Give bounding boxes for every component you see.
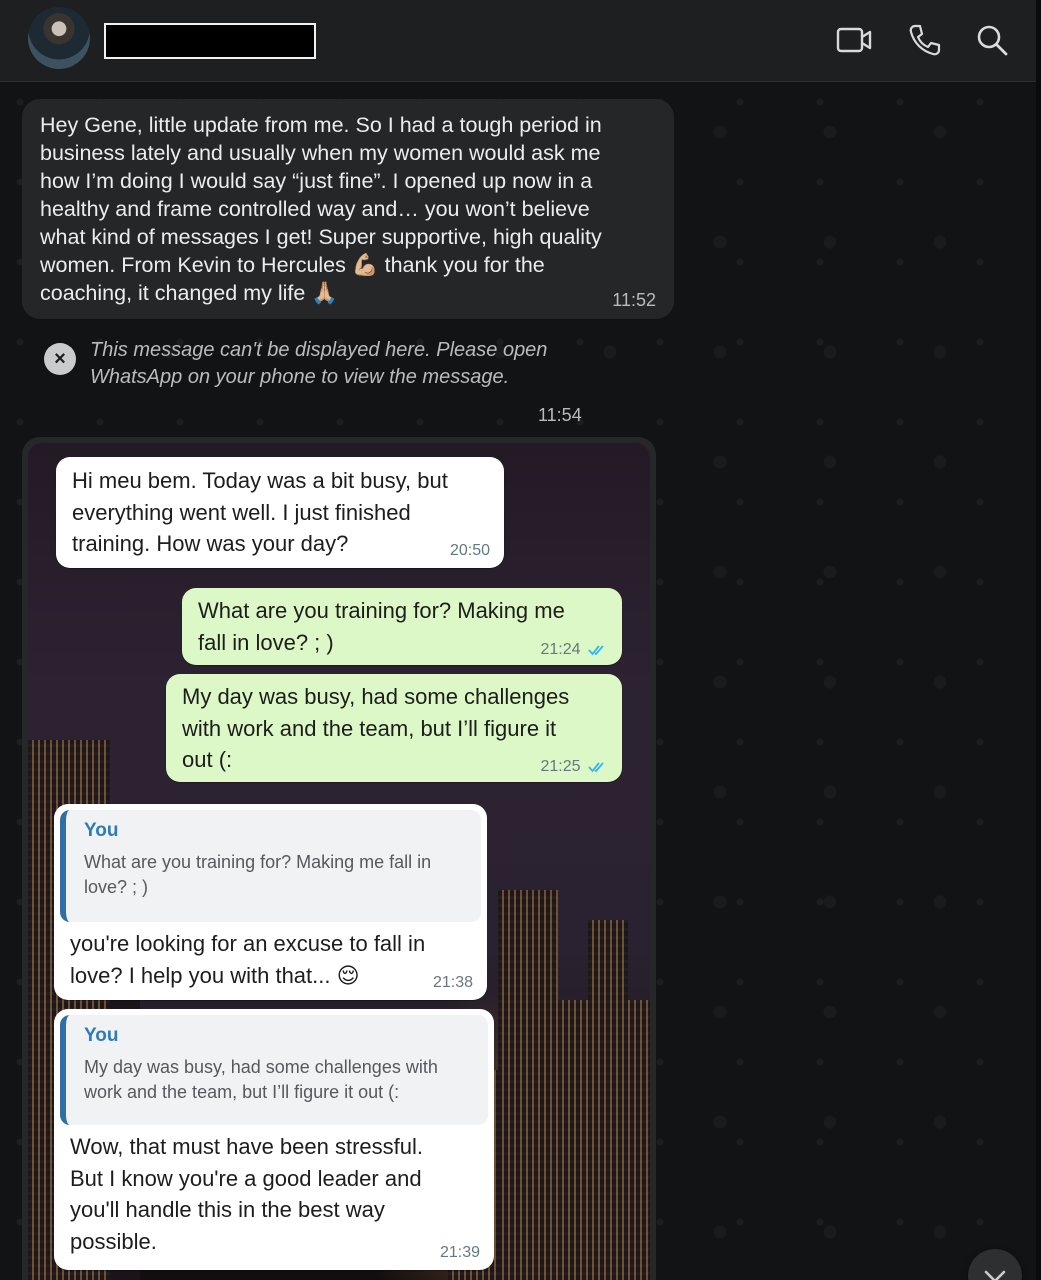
incoming-bubble[interactable]: Hi meu bem. Today was a bit busy, but ev… — [56, 457, 504, 568]
quoted-message[interactable]: You My day was busy, had some challenges… — [60, 1015, 488, 1125]
building — [588, 920, 628, 1280]
message-text: Hi meu bem. Today was a bit busy, but ev… — [72, 468, 448, 556]
message-time: 11:54 — [538, 405, 582, 425]
message-status: 21:25 — [541, 758, 609, 776]
contact-avatar[interactable] — [28, 7, 90, 69]
message-time: 21:24 — [540, 641, 581, 658]
read-receipt-icon — [588, 645, 604, 656]
message-text: Wow, that must have been stressful. But … — [70, 1134, 423, 1254]
incoming-reply-bubble[interactable]: You What are you training for? Making me… — [54, 804, 487, 1000]
chevron-down-icon — [984, 1270, 1006, 1280]
message-text: you're looking for an excuse to fall in … — [70, 931, 426, 988]
message-time: 21:38 — [432, 974, 473, 991]
message-text: Hey Gene, little update from me. So I ha… — [40, 113, 602, 305]
unavailable-message-text: This message can't be displayed here. Pl… — [90, 339, 548, 388]
message-time: 21:39 — [439, 1244, 480, 1261]
outgoing-bubble[interactable]: My day was busy, had some challenges wit… — [166, 674, 622, 782]
video-call-icon[interactable] — [834, 20, 874, 60]
incoming-reply-bubble[interactable]: You My day was busy, had some challenges… — [54, 1009, 494, 1270]
voice-call-icon[interactable] — [904, 20, 944, 60]
quote-text: My day was busy, had some challenges wit… — [84, 1057, 438, 1102]
scroll-to-bottom-button[interactable] — [968, 1249, 1022, 1280]
image-message[interactable]: Hi meu bem. Today was a bit busy, but ev… — [22, 437, 656, 1280]
blocked-message-icon: × — [44, 343, 76, 375]
chat-window: Hey Gene, little update from me. So I ha… — [0, 0, 1036, 1280]
chat-screenshot-image[interactable]: Hi meu bem. Today was a bit busy, but ev… — [28, 443, 650, 1280]
building — [498, 890, 558, 1280]
contact-name-redacted[interactable] — [104, 23, 316, 59]
quote-text: What are you training for? Making me fal… — [84, 852, 432, 897]
read-receipt-icon — [588, 762, 604, 773]
unavailable-message: × This message can't be displayed here. … — [44, 337, 604, 397]
quote-author: You — [84, 820, 119, 841]
message-list[interactable]: Hey Gene, little update from me. So I ha… — [0, 82, 1036, 1280]
message-time: 11:52 — [612, 290, 656, 310]
quoted-message[interactable]: You What are you training for? Making me… — [60, 810, 481, 922]
chat-header — [0, 0, 1036, 82]
outgoing-bubble[interactable]: What are you training for? Making me fal… — [182, 588, 622, 665]
message-status: 21:24 — [541, 641, 609, 659]
quote-author: You — [84, 1025, 119, 1046]
search-icon[interactable] — [972, 20, 1012, 60]
message-time: 21:25 — [540, 758, 581, 775]
incoming-message[interactable]: Hey Gene, little update from me. So I ha… — [22, 99, 674, 319]
message-time: 20:50 — [449, 542, 490, 559]
